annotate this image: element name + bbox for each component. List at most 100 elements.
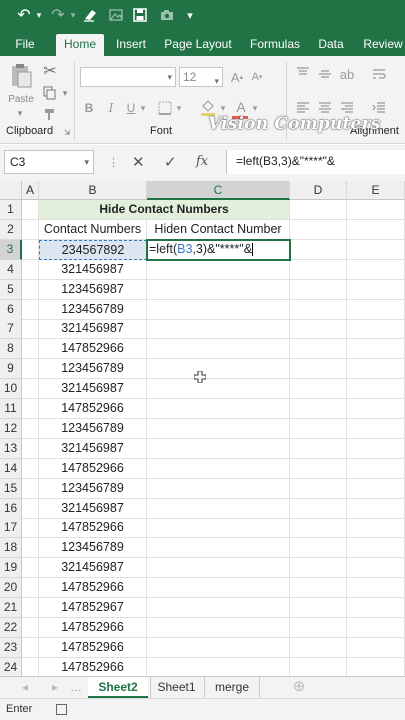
- grid-cell[interactable]: [347, 617, 405, 638]
- prev-sheet-icon[interactable]: ◂: [18, 677, 32, 699]
- copy-icon[interactable]: [40, 84, 60, 102]
- select-all-corner[interactable]: [0, 181, 22, 200]
- grid-cell[interactable]: [290, 617, 347, 638]
- grid-cell[interactable]: [347, 399, 405, 419]
- grid-cell[interactable]: [290, 339, 347, 360]
- contact-number-cell[interactable]: 147852966: [39, 637, 147, 658]
- borders-icon[interactable]: [156, 98, 174, 118]
- grid-cell[interactable]: [290, 219, 347, 240]
- cut-icon[interactable]: ✂: [40, 62, 60, 80]
- active-cell-editor[interactable]: =left(B3,3)&"****"&: [146, 239, 291, 261]
- wrap-text-icon[interactable]: [370, 65, 388, 83]
- grid-cell[interactable]: [347, 518, 405, 539]
- add-sheet-icon[interactable]: ⊕: [288, 677, 310, 699]
- grid-cell[interactable]: [290, 359, 347, 380]
- contact-number-cell[interactable]: 147852966: [39, 399, 147, 419]
- grid-cell[interactable]: [22, 578, 39, 599]
- grid-cell[interactable]: [347, 478, 405, 499]
- grid-cell[interactable]: [290, 598, 347, 618]
- italic-icon[interactable]: I: [104, 98, 118, 118]
- underline-icon[interactable]: U: [124, 98, 138, 118]
- contact-number-cell[interactable]: 321456987: [39, 379, 147, 400]
- contact-number-cell[interactable]: 321456987: [39, 498, 147, 519]
- orientation-icon[interactable]: ab: [338, 65, 356, 83]
- contact-number-cell[interactable]: 123456789: [39, 299, 147, 320]
- grid-cell[interactable]: [147, 478, 290, 499]
- grid-cell[interactable]: [22, 299, 39, 320]
- grid-cell[interactable]: [147, 637, 290, 658]
- contact-number-cell[interactable]: 147852966: [39, 657, 147, 676]
- header-hiden-contact-number[interactable]: Hiden Contact Number: [147, 220, 290, 240]
- grid-cell[interactable]: [347, 418, 405, 439]
- tab-home[interactable]: Home: [56, 34, 104, 56]
- grid-cell[interactable]: [290, 637, 347, 658]
- decrease-font-icon[interactable]: A ▾: [248, 67, 266, 87]
- grid-cell[interactable]: [290, 657, 347, 676]
- grid-cell[interactable]: [147, 319, 290, 340]
- grid-cell[interactable]: [22, 438, 39, 459]
- grid-cell[interactable]: [347, 239, 405, 260]
- grid-cell[interactable]: [290, 458, 347, 479]
- contact-number-cell[interactable]: 147852966: [39, 578, 147, 599]
- grid-cell[interactable]: [290, 319, 347, 340]
- paste-label[interactable]: Paste: [6, 92, 36, 106]
- sheet-tab-sheet2[interactable]: Sheet2: [88, 677, 148, 699]
- undo-icon[interactable]: ↶: [14, 5, 34, 25]
- dialog-launcher-icon[interactable]: ⇲: [62, 127, 72, 137]
- grid-cell[interactable]: [22, 538, 39, 559]
- referenced-cell-b3[interactable]: 234567892: [39, 239, 147, 260]
- grid-cell[interactable]: [22, 279, 39, 300]
- worksheet-grid[interactable]: A B C D E 1 2 3 4 5 6 7 8 9 10 11 12 13 14 15 16 17 18 19 2…: [0, 181, 405, 676]
- row-header-19[interactable]: 19: [0, 558, 22, 579]
- underline-dropdown-icon[interactable]: ▾: [138, 98, 148, 118]
- row-header-13[interactable]: 13: [0, 438, 22, 459]
- contact-number-cell[interactable]: 147852966: [39, 458, 147, 479]
- grid-cell[interactable]: [147, 578, 290, 599]
- font-name-combo[interactable]: ▾: [80, 67, 176, 87]
- row-header-21[interactable]: 21: [0, 598, 22, 618]
- redo-dropdown-icon[interactable]: ▾: [68, 5, 78, 25]
- format-painter-icon[interactable]: [40, 106, 60, 124]
- grid-cell[interactable]: [22, 458, 39, 479]
- next-sheet-icon[interactable]: ▸: [48, 677, 62, 699]
- grid-cell[interactable]: [147, 379, 290, 400]
- grid-cell[interactable]: [147, 418, 290, 439]
- row-header-22[interactable]: 22: [0, 617, 22, 638]
- grid-cell[interactable]: [147, 538, 290, 559]
- contact-number-cell[interactable]: 123456789: [39, 478, 147, 499]
- row-header-15[interactable]: 15: [0, 478, 22, 499]
- grid-cell[interactable]: [347, 339, 405, 360]
- redo-icon[interactable]: ↷: [48, 5, 68, 25]
- grid-cell[interactable]: [147, 259, 290, 280]
- tab-page-layout[interactable]: Page Layout: [162, 34, 234, 56]
- grid-cell[interactable]: [347, 598, 405, 618]
- grid-cell[interactable]: [147, 438, 290, 459]
- row-header-1[interactable]: 1: [0, 200, 22, 220]
- grid-cell[interactable]: [290, 578, 347, 599]
- sheet-tab-merge[interactable]: merge: [204, 677, 260, 699]
- grid-cell[interactable]: [22, 637, 39, 658]
- grid-cell[interactable]: [347, 279, 405, 300]
- grid-cell[interactable]: [347, 219, 405, 240]
- grid-cell[interactable]: [347, 498, 405, 519]
- grid-cell[interactable]: [347, 538, 405, 559]
- align-middle-icon[interactable]: [316, 65, 334, 83]
- sheet-tab-sheet1[interactable]: Sheet1: [150, 677, 202, 699]
- contact-number-cell[interactable]: 147852967: [39, 598, 147, 618]
- grid-cell[interactable]: [147, 518, 290, 539]
- formula-input[interactable]: =left(B3,3)&"****"&: [226, 150, 405, 174]
- column-header-c[interactable]: C: [147, 181, 290, 200]
- grid-cell[interactable]: [347, 299, 405, 320]
- contact-number-cell[interactable]: 123456789: [39, 538, 147, 559]
- borders-dropdown-icon[interactable]: ▾: [174, 98, 184, 118]
- grid-cell[interactable]: [290, 438, 347, 459]
- row-header-2[interactable]: 2: [0, 219, 22, 240]
- grid-cell[interactable]: [290, 299, 347, 320]
- more-sheets-icon[interactable]: …: [70, 677, 82, 699]
- row-header-17[interactable]: 17: [0, 518, 22, 539]
- align-top-icon[interactable]: [294, 65, 312, 83]
- grid-cell[interactable]: [290, 418, 347, 439]
- grid-cell[interactable]: [147, 657, 290, 676]
- increase-font-icon[interactable]: A ▴: [228, 67, 246, 87]
- contact-number-cell[interactable]: 147852966: [39, 339, 147, 360]
